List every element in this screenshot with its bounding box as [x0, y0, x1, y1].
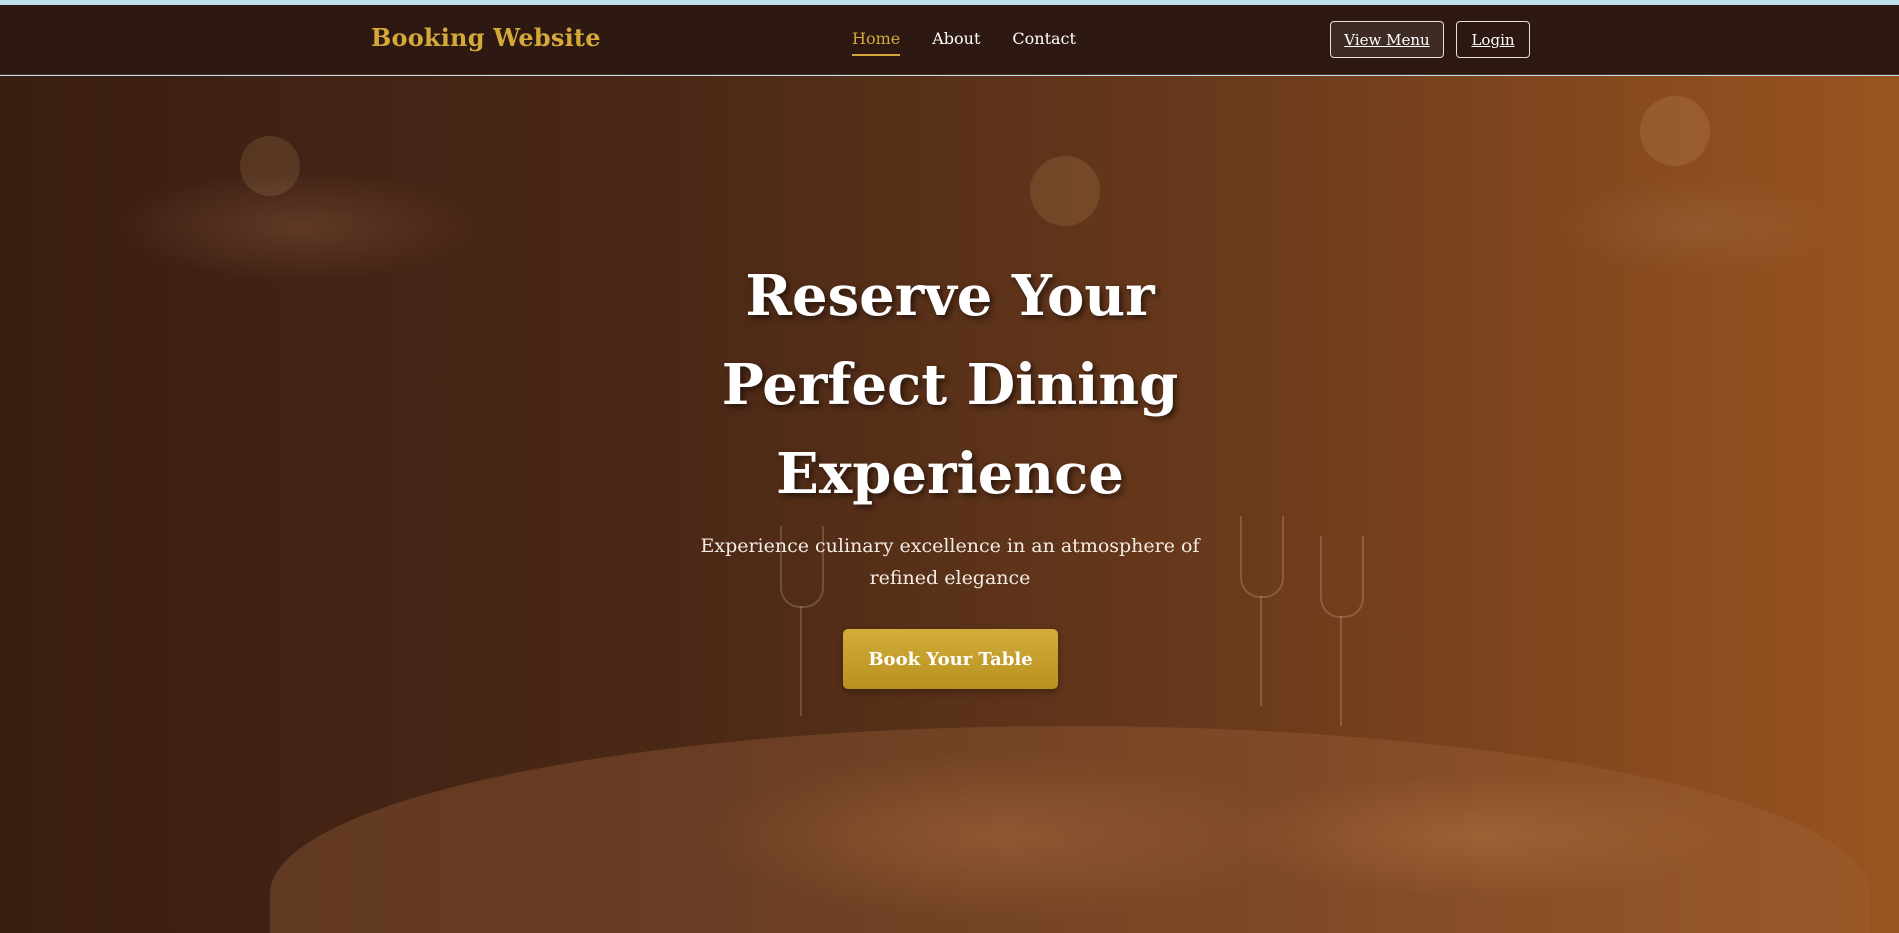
nav-link-home[interactable]: Home	[852, 29, 901, 56]
book-table-button[interactable]: Book Your Table	[843, 629, 1058, 689]
hero-content: Reserve Your Perfect Dining Experience E…	[0, 76, 1899, 933]
nav-link-about[interactable]: About	[932, 29, 980, 56]
navbar: Booking Website Home About Contact View …	[0, 5, 1899, 75]
view-menu-button[interactable]: View Menu	[1330, 21, 1444, 58]
nav-link-contact[interactable]: Contact	[1012, 29, 1076, 56]
main-nav: Home About Contact	[852, 29, 1108, 56]
hero-subtitle: Experience culinary excellence in an atm…	[700, 535, 1200, 589]
brand-logo[interactable]: Booking Website	[371, 23, 601, 52]
hero-section: Reserve Your Perfect Dining Experience E…	[0, 76, 1899, 933]
login-button[interactable]: Login	[1456, 21, 1530, 58]
hero-title: Reserve Your Perfect Dining Experience	[721, 263, 1179, 507]
